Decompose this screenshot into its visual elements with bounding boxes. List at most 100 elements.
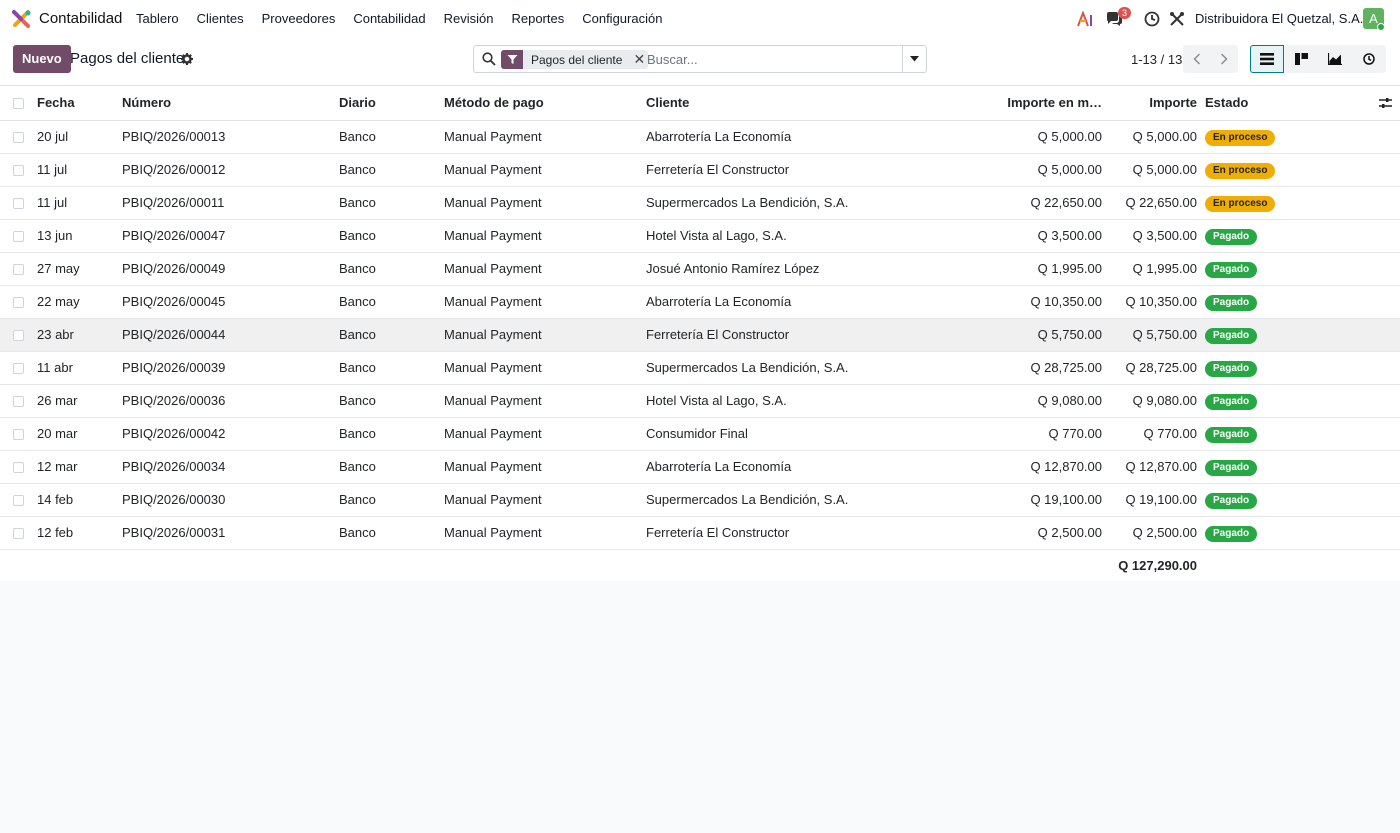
row-checkbox[interactable] (13, 165, 24, 177)
table-row[interactable]: 12 mar PBIQ/2026/00034 Banco Manual Payment… (0, 450, 1400, 484)
cell-diario: Banco (336, 153, 441, 187)
table-row[interactable]: 11 jul PBIQ/2026/00012 Banco Manual Payment… (0, 153, 1400, 187)
cell-importe-moneda: Q 5,000.00 (953, 153, 1110, 187)
menu-item-tablero[interactable]: Tablero (136, 11, 179, 26)
cell-numero: PBIQ/2026/00030 (119, 483, 336, 517)
chevron-left-icon[interactable] (1183, 45, 1210, 73)
cell-metodo: Manual Payment (441, 120, 644, 154)
row-checkbox[interactable] (13, 264, 24, 276)
cell-fecha: 23 abr (33, 318, 119, 352)
row-checkbox[interactable] (13, 429, 24, 441)
activity-clock-icon[interactable] (1143, 10, 1161, 28)
row-checkbox[interactable] (13, 528, 24, 540)
gear-icon[interactable] (181, 53, 193, 68)
company-switcher[interactable]: Distribuidora El Quetzal, S.A. (1195, 11, 1363, 26)
tools-icon[interactable] (1168, 10, 1186, 28)
caret-down-icon[interactable] (902, 46, 926, 72)
payments-list: Fecha Número Diario Método de pago Clien… (0, 86, 1400, 581)
row-checkbox[interactable] (13, 462, 24, 474)
select-all-checkbox[interactable] (13, 98, 24, 110)
table-row[interactable]: 20 jul PBIQ/2026/00013 Banco Manual Payment… (0, 120, 1400, 154)
cell-diario: Banco (336, 483, 441, 517)
column-header-fecha[interactable]: Fecha (33, 86, 119, 121)
chevron-right-icon[interactable] (1210, 45, 1237, 73)
pager-buttons (1183, 45, 1238, 73)
close-icon[interactable]: ✕ (630, 51, 648, 68)
column-header-metodo[interactable]: Método de pago (441, 86, 644, 121)
table-row[interactable]: 11 abr PBIQ/2026/00039 Banco Manual Payment… (0, 351, 1400, 385)
row-checkbox[interactable] (13, 396, 24, 408)
cell-importe-moneda: Q 19,100.00 (953, 483, 1110, 517)
table-row[interactable]: 12 feb PBIQ/2026/00031 Banco Manual Payment… (0, 516, 1400, 550)
menu-item-reportes[interactable]: Reportes (511, 11, 564, 26)
column-header-numero[interactable]: Número (119, 86, 336, 121)
new-button[interactable]: Nuevo (13, 45, 71, 73)
menu-item-revision[interactable]: Revisión (444, 11, 494, 26)
column-header-importe-moneda[interactable]: Importe en m… (953, 86, 1110, 121)
column-header-cliente[interactable]: Cliente (644, 86, 953, 121)
cell-cliente: Josué Antonio Ramírez López (644, 252, 953, 286)
row-checkbox[interactable] (13, 198, 24, 210)
cell-fecha: 14 feb (33, 483, 119, 517)
cell-fecha: 12 feb (33, 516, 119, 550)
cell-cliente: Ferretería El Constructor (644, 516, 953, 550)
app-name[interactable]: Contabilidad (39, 10, 122, 27)
cell-importe: Q 5,000.00 (1110, 120, 1205, 154)
search-facet: Pagos del cliente ✕ (501, 50, 649, 69)
column-header-diario[interactable]: Diario (336, 86, 441, 121)
row-checkbox[interactable] (13, 330, 24, 342)
cell-importe: Q 9,080.00 (1110, 384, 1205, 418)
cell-diario: Banco (336, 417, 441, 451)
cell-diario: Banco (336, 516, 441, 550)
table-row[interactable]: 23 abr PBIQ/2026/00044 Banco Manual Payment… (0, 318, 1400, 352)
graph-view-icon[interactable] (1318, 45, 1352, 73)
menu-item-proveedores[interactable]: Proveedores (262, 11, 336, 26)
row-checkbox[interactable] (13, 297, 24, 309)
cell-cliente: Ferretería El Constructor (644, 153, 953, 187)
cell-importe-moneda: Q 22,650.00 (953, 186, 1110, 220)
cell-fecha: 11 jul (33, 186, 119, 220)
cell-cliente: Abarrotería La Economía (644, 285, 953, 319)
cell-diario: Banco (336, 285, 441, 319)
cell-fecha: 22 may (33, 285, 119, 319)
status-badge: En proceso (1205, 162, 1276, 179)
table-row[interactable]: 26 mar PBIQ/2026/00036 Banco Manual Payment… (0, 384, 1400, 418)
menu-item-contabilidad[interactable]: Contabilidad (353, 11, 425, 26)
menu-item-clientes[interactable]: Clientes (197, 11, 244, 26)
table-row[interactable]: 20 mar PBIQ/2026/00042 Banco Manual Payment… (0, 417, 1400, 451)
optional-columns-icon[interactable] (1375, 97, 1400, 109)
column-header-estado[interactable]: Estado (1205, 86, 1375, 121)
activity-view-icon[interactable] (1352, 45, 1386, 73)
kanban-view-icon[interactable] (1284, 45, 1318, 73)
row-checkbox[interactable] (13, 495, 24, 507)
cell-importe-moneda: Q 1,995.00 (953, 252, 1110, 286)
ai-icon[interactable] (1077, 10, 1095, 28)
row-checkbox[interactable] (13, 132, 24, 144)
cell-importe-moneda: Q 9,080.00 (953, 384, 1110, 418)
cell-diario: Banco (336, 219, 441, 253)
app-logo-icon[interactable] (12, 9, 32, 29)
column-header-importe[interactable]: Importe (1110, 86, 1205, 121)
table-row[interactable]: 11 jul PBIQ/2026/00011 Banco Manual Payment… (0, 186, 1400, 220)
search-input[interactable] (647, 50, 897, 69)
status-badge: Pagado (1205, 360, 1258, 377)
status-badge: Pagado (1205, 327, 1258, 344)
row-checkbox[interactable] (13, 231, 24, 243)
cell-metodo: Manual Payment (441, 483, 644, 517)
table-row[interactable]: 27 may PBIQ/2026/00049 Banco Manual Payment… (0, 252, 1400, 286)
row-checkbox[interactable] (13, 363, 24, 375)
cell-numero: PBIQ/2026/00049 (119, 252, 336, 286)
pager-value[interactable]: 1-13 / 13 (1131, 52, 1182, 67)
status-badge: Pagado (1205, 393, 1258, 410)
cell-importe: Q 22,650.00 (1110, 186, 1205, 220)
table-row[interactable]: 13 jun PBIQ/2026/00047 Banco Manual Payment… (0, 219, 1400, 253)
search-icon[interactable] (482, 52, 496, 69)
cell-fecha: 27 may (33, 252, 119, 286)
list-view-icon[interactable] (1250, 45, 1284, 73)
table-row[interactable]: 22 may PBIQ/2026/00045 Banco Manual Payment… (0, 285, 1400, 319)
menu-item-configuracion[interactable]: Configuración (582, 11, 662, 26)
status-badge: Pagado (1205, 228, 1258, 245)
table-row[interactable]: 14 feb PBIQ/2026/00030 Banco Manual Payment… (0, 483, 1400, 517)
cell-numero: PBIQ/2026/00045 (119, 285, 336, 319)
messages-count-badge: 3 (1118, 7, 1132, 19)
